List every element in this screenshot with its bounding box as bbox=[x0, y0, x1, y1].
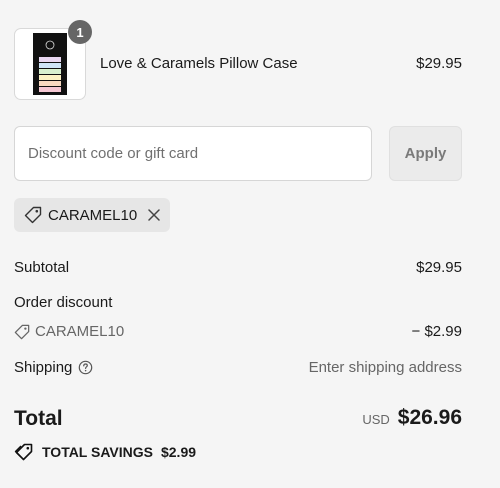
discount-code-label: CARAMEL10 bbox=[35, 323, 125, 340]
subtotal-value: $29.95 bbox=[416, 259, 462, 276]
close-icon[interactable] bbox=[147, 208, 161, 222]
total-amount: $26.96 bbox=[397, 406, 462, 429]
discount-code-input[interactable] bbox=[14, 126, 372, 181]
currency-code: USD bbox=[362, 412, 390, 427]
applied-discount-chip: CARAMEL10 bbox=[14, 198, 170, 232]
tag-icon bbox=[14, 443, 34, 461]
subtotal-label: Subtotal bbox=[14, 259, 70, 276]
tag-icon bbox=[14, 324, 30, 340]
total-savings: TOTAL SAVINGS $2.99 bbox=[14, 443, 196, 461]
product-price: $29.95 bbox=[416, 55, 462, 72]
tag-icon bbox=[24, 206, 42, 224]
product-name: Love & Caramels Pillow Case bbox=[100, 55, 298, 72]
savings-amount: $2.99 bbox=[160, 444, 197, 460]
shipping-label: Shipping bbox=[14, 359, 73, 376]
shipping-row-label: Shipping bbox=[14, 359, 93, 376]
order-discount-label: Order discount bbox=[14, 294, 113, 311]
question-circle-icon[interactable] bbox=[78, 360, 93, 375]
applied-discount-code: CARAMEL10 bbox=[48, 206, 138, 224]
quantity-badge: 1 bbox=[68, 20, 92, 44]
total-price: USD $26.96 bbox=[362, 406, 462, 430]
apply-button[interactable]: Apply bbox=[389, 126, 462, 181]
discount-code-line: CARAMEL10 bbox=[14, 323, 124, 340]
pillow-case-image bbox=[33, 33, 67, 95]
discount-value: − $2.99 bbox=[411, 323, 462, 340]
savings-label: TOTAL SAVINGS bbox=[42, 444, 153, 460]
shipping-value: Enter shipping address bbox=[308, 359, 462, 376]
total-label: Total bbox=[14, 407, 63, 430]
product-thumbnail: 1 bbox=[14, 20, 92, 100]
